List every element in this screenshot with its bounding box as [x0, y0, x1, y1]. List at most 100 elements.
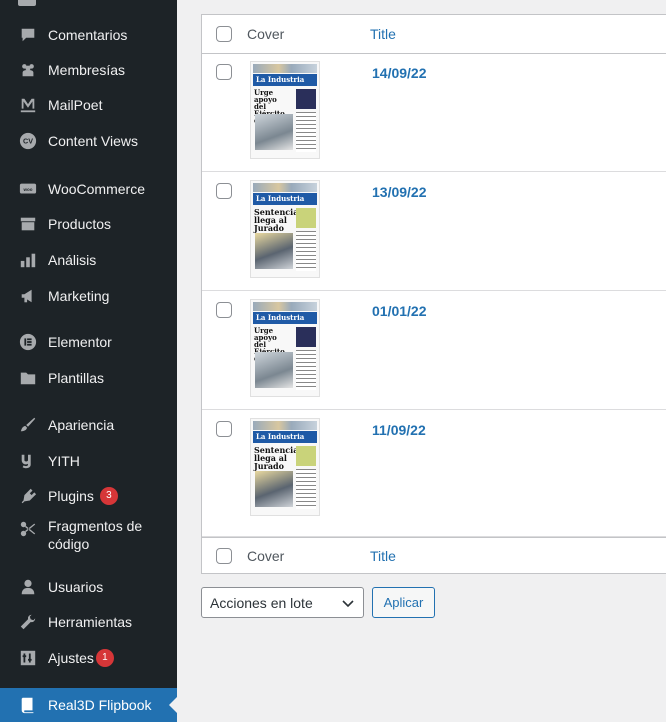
- cover-side-text: [296, 469, 316, 509]
- sidebar-item-productos[interactable]: Productos: [0, 209, 177, 239]
- sidebar-item-label: MailPoet: [48, 97, 103, 113]
- sidebar-item-ajustes[interactable]: Ajustes 1: [0, 643, 177, 673]
- sidebar-item-label: Usuarios: [48, 579, 104, 595]
- sidebar-item-label: Análisis: [48, 252, 97, 268]
- table-footer: Cover Title: [202, 537, 666, 574]
- settings-icon: [18, 648, 38, 668]
- cover-side-image: [296, 446, 316, 466]
- plugins-update-badge: 3: [99, 487, 118, 505]
- sidebar-item-label: Apariencia: [48, 417, 115, 433]
- svg-text:woo: woo: [23, 187, 33, 192]
- elementor-icon: [18, 332, 38, 352]
- table-header: Cover Title: [202, 15, 666, 54]
- sidebar-item-comentarios[interactable]: Comentarios: [0, 20, 177, 50]
- sidebar-item-mailpoet[interactable]: MailPoet: [0, 90, 177, 120]
- cover-photo: [255, 114, 293, 150]
- groups-icon: [18, 60, 38, 80]
- sidebar-item-fragmentos-de-codigo[interactable]: Fragmentos de código: [0, 517, 177, 561]
- comment-icon: [18, 25, 38, 45]
- cover-photo: [255, 471, 293, 507]
- apply-button[interactable]: Aplicar: [372, 587, 435, 618]
- cover-photo: [255, 352, 293, 388]
- sidebar-item-elementor[interactable]: Elementor: [0, 327, 177, 357]
- bulk-actions-value: Acciones en lote: [210, 594, 313, 611]
- row-checkbox[interactable]: [216, 183, 232, 199]
- cover-top-strip: [253, 64, 317, 73]
- cover-masthead: La Industria: [253, 74, 317, 86]
- cover-headline: Sentencia llega al Jurado: [254, 445, 299, 471]
- row-checkbox[interactable]: [216, 421, 232, 437]
- cover-side-text: [296, 350, 316, 390]
- sidebar-item-label: Herramientas: [48, 614, 133, 630]
- chart-bar-icon: [18, 250, 38, 270]
- select-all-checkbox[interactable]: [216, 26, 232, 42]
- cover-top-strip: [253, 421, 317, 430]
- sidebar-item-label: YITH: [48, 453, 80, 469]
- sidebar-item-label: Productos: [48, 216, 112, 232]
- content-views-icon: CV: [18, 131, 38, 151]
- cover-headline: Sentencia llega al Jurado: [254, 207, 299, 233]
- megaphone-icon: [18, 286, 38, 306]
- mailpoet-icon: [18, 95, 38, 115]
- sidebar-item-content-views[interactable]: CV Content Views: [0, 126, 177, 156]
- sidebar-item-label: Ajustes: [48, 650, 94, 666]
- sidebar-item-analisis[interactable]: Análisis: [0, 245, 177, 275]
- sidebar-item-woocommerce[interactable]: woo WooCommerce: [0, 174, 177, 204]
- sidebar-item-label: Elementor: [48, 334, 112, 350]
- column-header-cover: Cover: [247, 26, 285, 42]
- scissors-icon: [18, 519, 38, 539]
- column-header-title[interactable]: Title: [370, 26, 396, 42]
- sidebar-item-usuarios[interactable]: Usuarios: [0, 572, 177, 602]
- sidebar-item-membresias[interactable]: Membresías: [0, 55, 177, 85]
- sidebar-item-label: Comentarios: [48, 27, 128, 43]
- sidebar-item-apariencia[interactable]: Apariencia: [0, 410, 177, 440]
- ajustes-update-badge: 1: [95, 649, 114, 667]
- cover-thumbnail[interactable]: La Industria Urge apoyo del Ejército en …: [250, 299, 320, 397]
- sidebar-item-label: Content Views: [48, 133, 139, 149]
- menu-icon-partial: [18, 0, 36, 6]
- select-all-checkbox-footer[interactable]: [216, 548, 232, 564]
- chevron-down-icon: [342, 600, 354, 608]
- row-checkbox[interactable]: [216, 302, 232, 318]
- sidebar-item-herramientas[interactable]: Herramientas: [0, 607, 177, 637]
- current-menu-arrow: [169, 697, 177, 713]
- cover-side-text: [296, 112, 316, 152]
- sidebar-item-label: Plantillas: [48, 370, 105, 386]
- svg-text:CV: CV: [23, 137, 33, 146]
- table-row: La Industria Sentencia llega al Jurado 1…: [202, 172, 666, 291]
- row-title-link[interactable]: 01/01/22: [372, 303, 427, 319]
- sidebar-item-plantillas[interactable]: Plantillas: [0, 363, 177, 393]
- cover-side-image: [296, 89, 316, 109]
- sidebar-item-plugins[interactable]: Plugins 3: [0, 481, 177, 511]
- cover-side-image: [296, 327, 316, 347]
- row-title-link[interactable]: 14/09/22: [372, 65, 427, 81]
- user-icon: [18, 577, 38, 597]
- sidebar-item-yith[interactable]: YITH: [0, 446, 177, 476]
- cover-thumbnail[interactable]: La Industria Sentencia llega al Jurado: [250, 418, 320, 516]
- cover-side-text: [296, 231, 316, 271]
- cover-thumbnail[interactable]: La Industria Urge apoyo del Ejército en …: [250, 61, 320, 159]
- folder-icon: [18, 368, 38, 388]
- table-row: La Industria Sentencia llega al Jurado 1…: [202, 410, 666, 537]
- cover-thumbnail[interactable]: La Industria Sentencia llega al Jurado: [250, 180, 320, 278]
- archive-icon: [18, 214, 38, 234]
- flipbooks-table: Cover Title La Industria Urge apoyo del …: [201, 14, 666, 574]
- admin-sidebar: Comentarios Membresías MailPoet CV Conte…: [0, 0, 177, 722]
- plugin-icon: [18, 486, 38, 506]
- row-title-link[interactable]: 13/09/22: [372, 184, 427, 200]
- yith-icon: [18, 451, 38, 471]
- sidebar-item-label: Plugins: [48, 488, 94, 504]
- table-row: La Industria Urge apoyo del Ejército en …: [202, 291, 666, 410]
- bulk-actions-select[interactable]: Acciones en lote: [201, 587, 364, 618]
- row-checkbox[interactable]: [216, 64, 232, 80]
- column-footer-title[interactable]: Title: [370, 548, 396, 564]
- cover-side-image: [296, 208, 316, 228]
- sidebar-item-label: Membresías: [48, 62, 126, 78]
- sidebar-item-label: Marketing: [48, 288, 110, 304]
- cover-masthead: La Industria: [253, 193, 317, 205]
- cover-top-strip: [253, 183, 317, 192]
- row-title-link[interactable]: 11/09/22: [372, 422, 426, 438]
- paintbrush-icon: [18, 415, 38, 435]
- sidebar-item-marketing[interactable]: Marketing: [0, 281, 177, 311]
- sidebar-item-real3d-flipbook[interactable]: Real3D Flipbook: [0, 688, 177, 722]
